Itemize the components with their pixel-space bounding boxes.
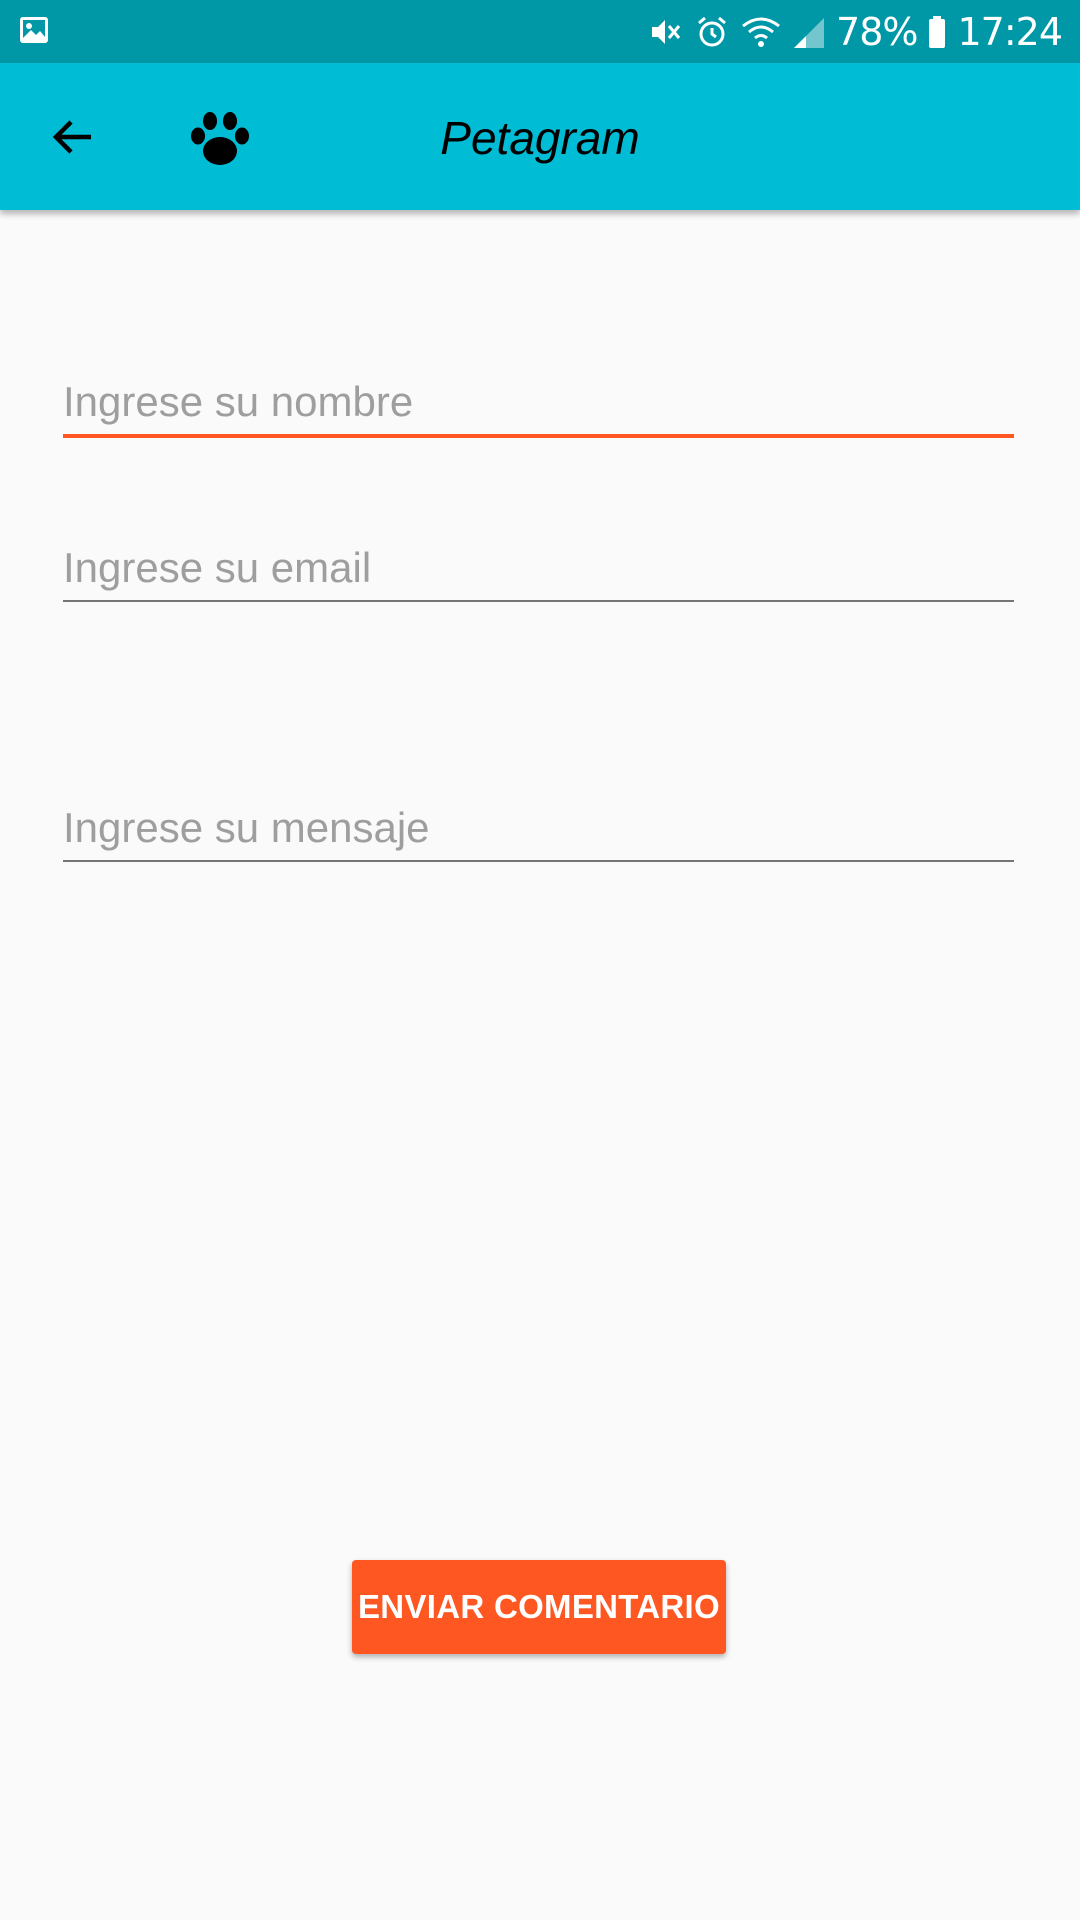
signal-icon: [792, 14, 826, 50]
name-input[interactable]: [63, 378, 1014, 434]
status-icons: 78% 17:24: [648, 0, 1063, 63]
gallery-icon: [18, 14, 50, 46]
battery-icon: [927, 14, 947, 50]
clock: 17:24: [957, 9, 1063, 54]
name-underline: [63, 434, 1014, 438]
wifi-icon: [740, 14, 782, 50]
message-underline: [63, 860, 1014, 862]
email-input[interactable]: [63, 544, 1014, 600]
send-comment-button[interactable]: ENVIAR COMENTARIO: [352, 1560, 726, 1654]
mute-icon: [648, 14, 684, 50]
contact-form: [0, 210, 1080, 1920]
message-input[interactable]: [63, 804, 1014, 860]
status-bar: 78% 17:24: [0, 0, 1080, 63]
email-field: [63, 544, 1014, 602]
app-bar: Petagram: [0, 63, 1080, 210]
name-field: [63, 378, 1014, 438]
email-underline: [63, 600, 1014, 602]
battery-percentage: 78%: [836, 9, 918, 54]
alarm-icon: [694, 14, 730, 50]
app-title: Petagram: [440, 112, 640, 164]
message-field: [63, 804, 1014, 862]
